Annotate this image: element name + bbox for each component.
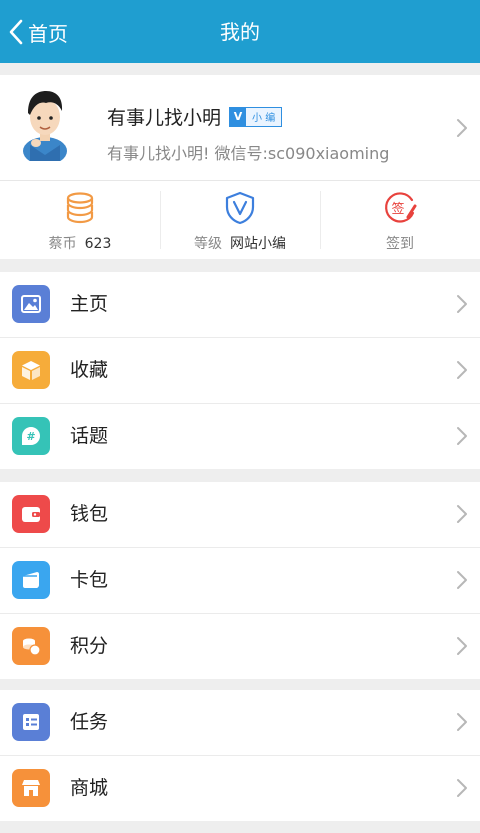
- chevron-right-icon: [457, 295, 467, 313]
- verified-v-icon: V: [230, 107, 247, 126]
- page-title: 我的: [220, 20, 260, 44]
- menu-item-favorites[interactable]: 收藏: [0, 338, 480, 404]
- editor-badge: V 小 编: [229, 106, 283, 127]
- homepage-picture-icon: [12, 285, 50, 323]
- svg-text:签: 签: [391, 201, 404, 217]
- wallet-icon: [12, 495, 50, 533]
- stat-coins-label: 蔡币: [48, 236, 77, 252]
- menu-group-1: 主页 收藏 # 话题: [0, 272, 480, 469]
- menu-item-store[interactable]: 商城: [0, 756, 480, 821]
- task-list-icon: [12, 703, 50, 741]
- chevron-right-icon: [457, 713, 467, 731]
- coins-stack-icon: [66, 192, 94, 224]
- profile-card[interactable]: 有事儿找小明 V 小 编 有事儿找小明! 微信号:sc090xiaoming: [0, 75, 480, 180]
- menu-group-3: 任务 商城: [0, 690, 480, 821]
- chevron-right-icon: [457, 427, 467, 445]
- chevron-right-icon: [457, 119, 467, 137]
- menu-item-topics[interactable]: # 话题: [0, 404, 480, 469]
- svg-text:#: #: [26, 430, 35, 443]
- chevron-right-icon: [457, 571, 467, 589]
- chevron-right-icon: [457, 361, 467, 379]
- avatar: [23, 91, 67, 161]
- menu-item-label: 钱包: [70, 503, 109, 525]
- menu-item-label: 商城: [70, 777, 109, 799]
- top-navigation-bar: 首页 我的: [0, 0, 480, 63]
- stats-row: 蔡币 623 等级 网站小编 签 签到: [0, 180, 480, 259]
- chevron-right-icon: [457, 505, 467, 523]
- menu-item-label: 积分: [70, 635, 109, 657]
- menu-item-label: 主页: [70, 293, 109, 315]
- sign-in-stamp-icon: 签: [385, 192, 417, 223]
- stat-coins-value: 623: [84, 236, 112, 252]
- card-holder-icon: [12, 561, 50, 599]
- menu-item-label: 卡包: [70, 569, 109, 591]
- menu-item-card-holder[interactable]: 卡包: [0, 548, 480, 614]
- stat-level-value: 网站小编: [230, 236, 286, 252]
- menu-item-wallet[interactable]: 钱包: [0, 482, 480, 548]
- points-coins-icon: [12, 627, 50, 665]
- menu-item-label: 收藏: [70, 359, 109, 381]
- menu-item-points[interactable]: 积分: [0, 614, 480, 679]
- menu-item-tasks[interactable]: 任务: [0, 690, 480, 756]
- profile-signature: 有事儿找小明! 微信号:sc090xiaoming: [107, 144, 390, 163]
- menu-group-2: 钱包 卡包 积分: [0, 482, 480, 679]
- stat-level-label: 等级: [194, 236, 222, 252]
- stat-sign-in[interactable]: 签 签到: [320, 181, 480, 259]
- stat-level[interactable]: 等级 网站小编: [160, 181, 320, 259]
- topic-hash-icon: #: [12, 417, 50, 455]
- profile-nickname: 有事儿找小明: [107, 107, 222, 129]
- menu-item-label: 任务: [70, 711, 109, 733]
- menu-item-label: 话题: [70, 425, 109, 447]
- editor-badge-text: 小 编: [252, 113, 276, 124]
- store-icon: [12, 769, 50, 807]
- favorites-box-icon: [12, 351, 50, 389]
- chevron-right-icon: [457, 779, 467, 797]
- menu-item-homepage[interactable]: 主页: [0, 272, 480, 338]
- chevron-right-icon: [457, 637, 467, 655]
- stat-sign-in-label: 签到: [386, 236, 414, 252]
- shield-v-icon: [225, 191, 255, 225]
- stat-coins[interactable]: 蔡币 623: [0, 181, 160, 259]
